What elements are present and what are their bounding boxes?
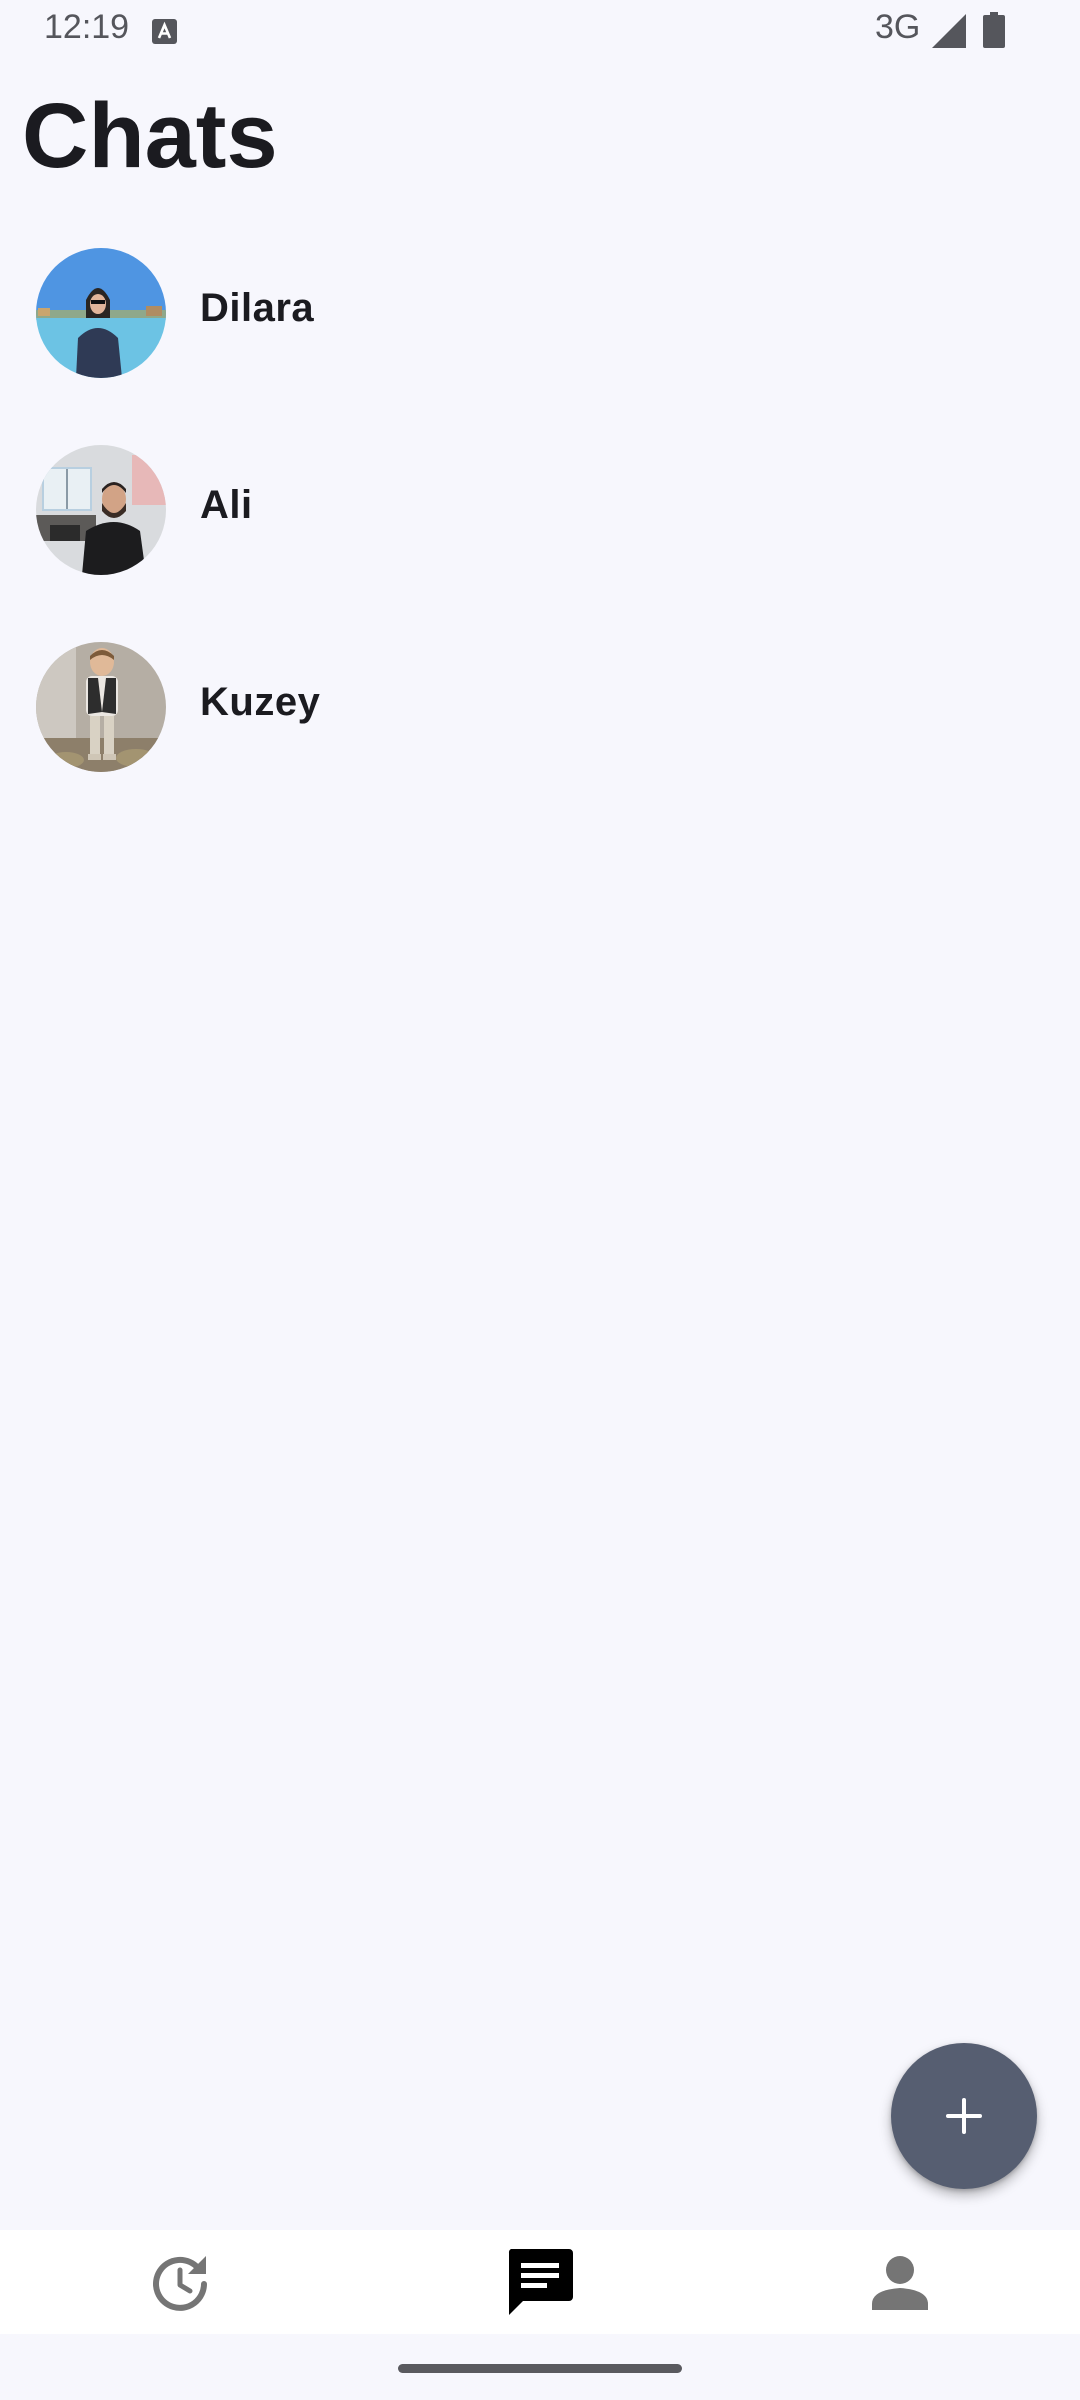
history-icon	[153, 2256, 207, 2311]
nav-item-chats[interactable]	[360, 2230, 720, 2334]
avatar	[36, 248, 166, 378]
nav-item-history[interactable]	[0, 2230, 360, 2334]
nav-item-profile[interactable]	[720, 2230, 1080, 2334]
status-time: 12:19	[44, 8, 130, 46]
photo-avatar	[36, 642, 166, 772]
signal-icon	[932, 14, 966, 48]
bottom-nav	[0, 2230, 1080, 2334]
photo-avatar	[36, 445, 166, 575]
page-title: Chats	[22, 85, 278, 187]
status-bar: 12:19 3G	[0, 0, 1080, 64]
photo-avatar	[36, 248, 166, 378]
chat-item-kuzey[interactable]: Kuzey	[0, 634, 1080, 804]
person-icon	[872, 2256, 928, 2310]
chat-item-dilara[interactable]: Dilara	[0, 240, 1080, 410]
chat-item-ali[interactable]: Ali	[0, 437, 1080, 607]
chat-name: Ali	[200, 483, 253, 527]
chat-icon	[508, 2249, 573, 2315]
avatar	[36, 642, 166, 772]
new-chat-button[interactable]	[891, 2043, 1037, 2189]
chat-name: Dilara	[200, 286, 315, 330]
network-type: 3G	[875, 8, 921, 46]
plus-icon	[946, 2098, 982, 2134]
battery-icon	[983, 12, 1005, 48]
avatar	[36, 445, 166, 575]
gesture-area	[0, 2334, 1080, 2400]
chat-name: Kuzey	[200, 680, 321, 724]
home-gesture-handle[interactable]	[398, 2364, 682, 2373]
keyboard-a-icon	[152, 19, 177, 44]
